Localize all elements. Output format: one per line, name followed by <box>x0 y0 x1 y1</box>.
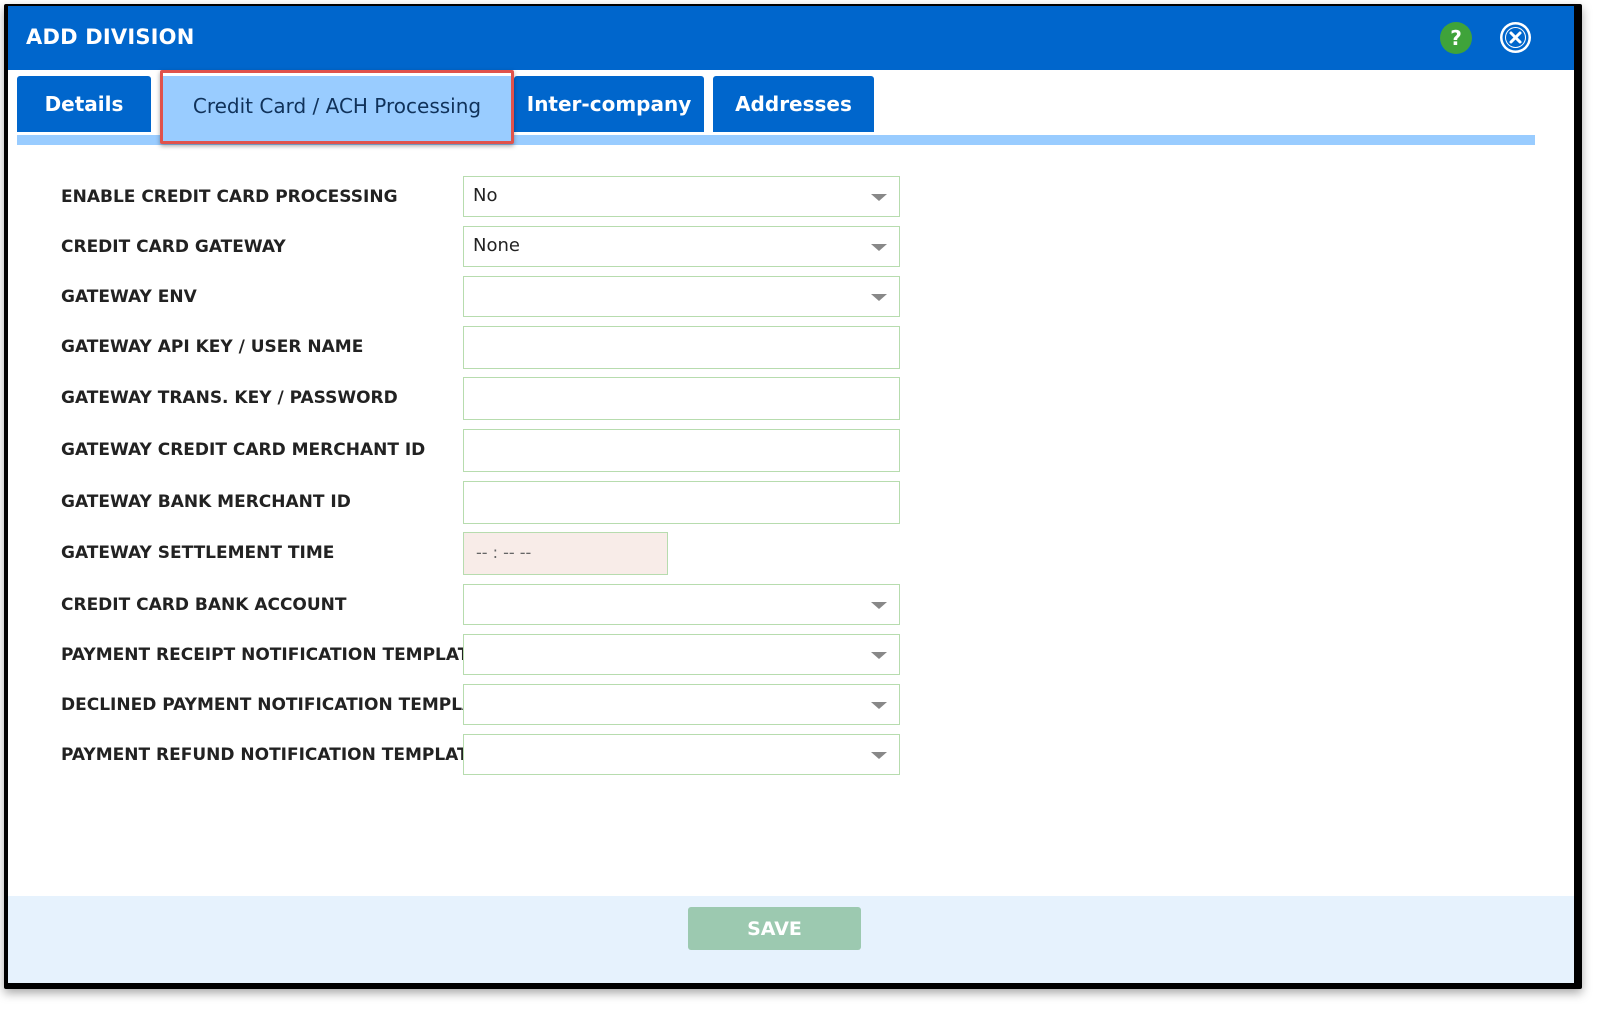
close-button[interactable] <box>1500 22 1531 53</box>
form-row-api-key: GATEWAY API KEY / USER NAME <box>8 324 1574 369</box>
field-label: ENABLE CREDIT CARD PROCESSING <box>61 187 398 207</box>
field-label: CREDIT CARD BANK ACCOUNT <box>61 595 347 615</box>
dialog-footer: SAVE <box>8 896 1574 983</box>
form-row-bank-account: CREDIT CARD BANK ACCOUNT <box>8 582 1574 626</box>
dialog-header: ADD DIVISION ? <box>8 6 1574 70</box>
question-mark-icon: ? <box>1450 26 1462 50</box>
field-label: GATEWAY API KEY / USER NAME <box>61 337 364 357</box>
field-label: GATEWAY SETTLEMENT TIME <box>61 543 335 563</box>
declined-payment-template-select[interactable] <box>463 684 900 725</box>
field-label: DECLINED PAYMENT NOTIFICATION TEMPLATE <box>61 695 498 715</box>
form-row-refund-template: PAYMENT REFUND NOTIFICATION TEMPLATE <box>8 732 1574 776</box>
gateway-api-key-input[interactable] <box>463 326 900 369</box>
select-value: None <box>473 235 520 256</box>
cc-bank-account-select[interactable] <box>463 584 900 625</box>
form-row-settlement-time: GATEWAY SETTLEMENT TIME -- : -- -- <box>8 530 1574 575</box>
gateway-env-select[interactable] <box>463 276 900 317</box>
form-row-receipt-template: PAYMENT RECEIPT NOTIFICATION TEMPLATE <box>8 632 1574 676</box>
gateway-bank-merchant-id-input[interactable] <box>463 481 900 524</box>
form-row-enable-cc: ENABLE CREDIT CARD PROCESSING No <box>8 174 1574 218</box>
field-label: GATEWAY ENV <box>61 287 197 307</box>
field-label: PAYMENT RECEIPT NOTIFICATION TEMPLATE <box>61 645 481 665</box>
form-row-trans-key: GATEWAY TRANS. KEY / PASSWORD <box>8 375 1574 420</box>
tab-bar: Details Credit Card / ACH Processing Int… <box>17 70 1539 146</box>
chevron-down-icon <box>871 752 887 759</box>
cc-gateway-select[interactable]: None <box>463 226 900 267</box>
payment-refund-template-select[interactable] <box>463 734 900 775</box>
field-label: GATEWAY BANK MERCHANT ID <box>61 492 351 512</box>
field-label: CREDIT CARD GATEWAY <box>61 237 286 257</box>
field-label: GATEWAY TRANS. KEY / PASSWORD <box>61 388 398 408</box>
select-value: No <box>473 185 498 206</box>
save-button[interactable]: SAVE <box>688 907 861 950</box>
tab-credit-card-ach[interactable]: Credit Card / ACH Processing <box>160 76 514 136</box>
gateway-trans-key-input[interactable] <box>463 377 900 420</box>
chevron-down-icon <box>871 702 887 709</box>
tab-inter-company[interactable]: Inter-company <box>514 76 704 132</box>
gateway-cc-merchant-id-input[interactable] <box>463 429 900 472</box>
chevron-down-icon <box>871 652 887 659</box>
help-button[interactable]: ? <box>1440 22 1472 54</box>
enable-cc-processing-select[interactable]: No <box>463 176 900 217</box>
form-row-declined-template: DECLINED PAYMENT NOTIFICATION TEMPLATE <box>8 682 1574 726</box>
form-row-cc-gateway: CREDIT CARD GATEWAY None <box>8 224 1574 268</box>
form-row-cc-merchant-id: GATEWAY CREDIT CARD MERCHANT ID <box>8 427 1574 472</box>
tab-underline <box>17 135 1535 145</box>
add-division-dialog: ADD DIVISION ? Details Credit Card / ACH… <box>8 6 1574 983</box>
form-row-bank-merchant-id: GATEWAY BANK MERCHANT ID <box>8 479 1574 524</box>
tab-addresses[interactable]: Addresses <box>713 76 874 132</box>
chevron-down-icon <box>871 244 887 251</box>
close-circle-icon <box>1502 24 1529 51</box>
dialog-title: ADD DIVISION <box>26 25 195 49</box>
form-row-gateway-env: GATEWAY ENV <box>8 274 1574 318</box>
payment-receipt-template-select[interactable] <box>463 634 900 675</box>
chevron-down-icon <box>871 602 887 609</box>
chevron-down-icon <box>871 194 887 201</box>
tab-details[interactable]: Details <box>17 76 151 132</box>
chevron-down-icon <box>871 294 887 301</box>
field-label: PAYMENT REFUND NOTIFICATION TEMPLATE <box>61 745 481 765</box>
gateway-settlement-time-input[interactable]: -- : -- -- <box>463 532 668 575</box>
field-label: GATEWAY CREDIT CARD MERCHANT ID <box>61 440 426 460</box>
